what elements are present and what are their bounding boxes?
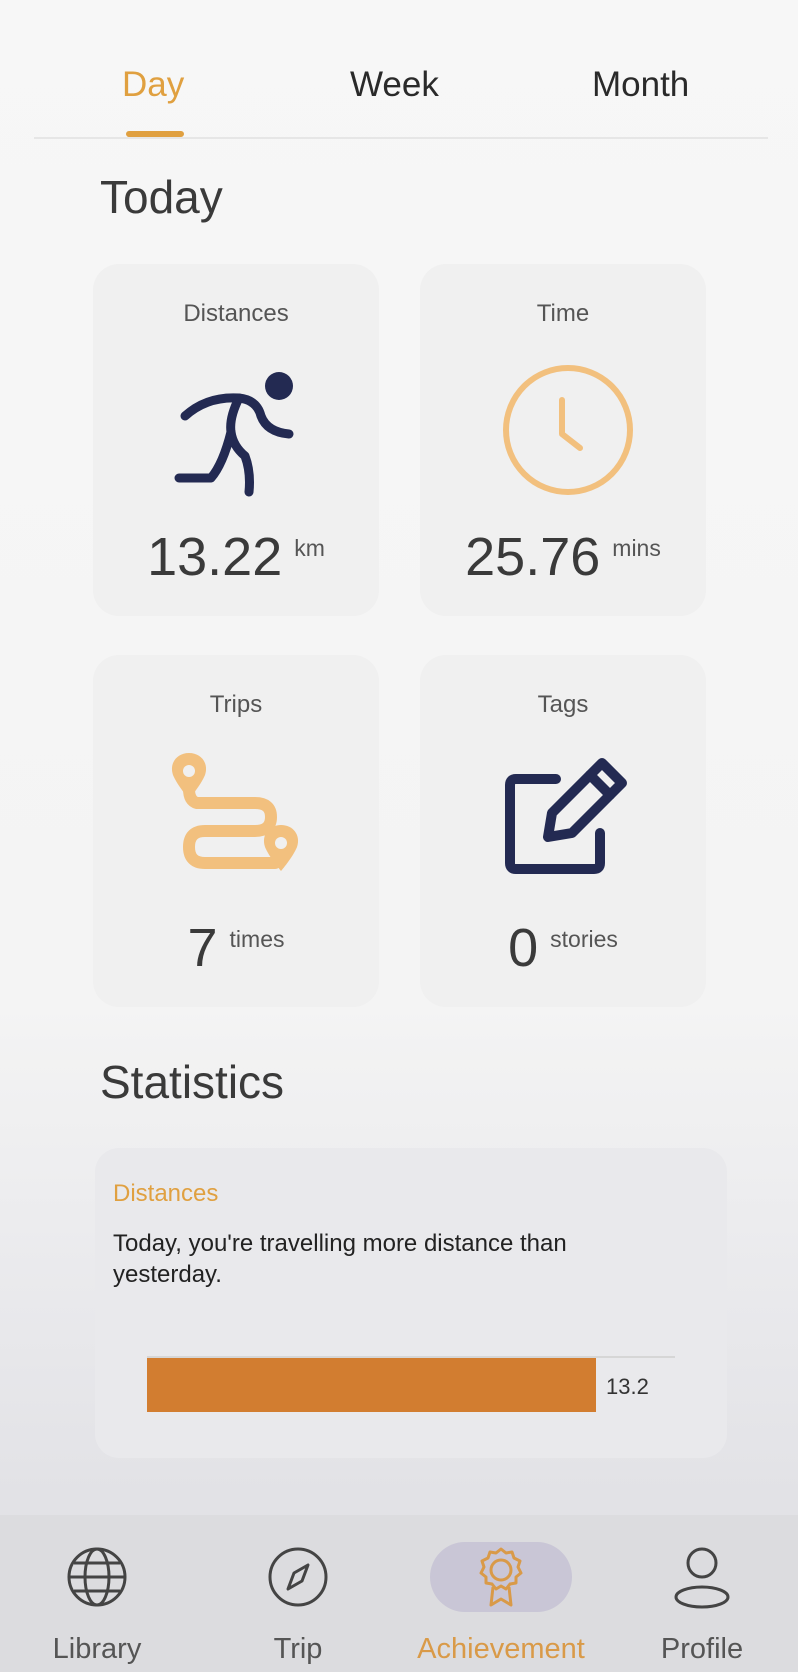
today-title: Today xyxy=(100,171,223,223)
edit-icon xyxy=(505,758,627,874)
tab-week[interactable]: Week xyxy=(350,65,439,105)
tab-month[interactable]: Month xyxy=(592,65,689,105)
time-unit: mins xyxy=(612,534,661,561)
globe-icon xyxy=(67,1547,127,1607)
distance-value: 13.22 xyxy=(147,527,283,587)
nav-profile[interactable]: Profile xyxy=(607,1515,797,1672)
distance-bar xyxy=(147,1358,596,1412)
nav-trip-label: Trip xyxy=(273,1633,323,1665)
statistics-card: Distances Today, you're travelling more … xyxy=(95,1148,727,1458)
bottom-nav: Library Trip Achievement Profile xyxy=(0,1515,798,1672)
distance-label: Distances xyxy=(183,300,289,327)
active-tab-indicator xyxy=(126,131,184,137)
period-tabs: Day Week Month xyxy=(34,55,768,139)
trips-value-row: 7 times xyxy=(93,917,379,979)
trips-unit: times xyxy=(229,925,285,952)
distance-card[interactable]: Distances 13.22 km xyxy=(93,264,379,616)
tags-label: Tags xyxy=(537,691,589,718)
tab-day[interactable]: Day xyxy=(122,65,184,105)
nav-library[interactable]: Library xyxy=(2,1515,192,1672)
distance-unit: km xyxy=(294,534,325,561)
statistics-label: Distances xyxy=(113,1180,219,1207)
compass-icon xyxy=(268,1547,328,1607)
trips-card[interactable]: Trips 7 times xyxy=(93,655,379,1007)
time-card[interactable]: Time 25.76 mins xyxy=(420,264,706,616)
nav-achievement-label: Achievement xyxy=(417,1633,585,1665)
running-person-icon xyxy=(174,372,294,497)
tags-unit: stories xyxy=(550,925,618,952)
nav-trip[interactable]: Trip xyxy=(203,1515,393,1672)
statistics-title: Statistics xyxy=(100,1056,285,1108)
tags-value: 0 xyxy=(508,918,539,978)
trips-label: Trips xyxy=(209,691,263,718)
time-value-row: 25.76 mins xyxy=(420,526,706,588)
trips-value: 7 xyxy=(187,918,218,978)
award-icon xyxy=(479,1547,523,1607)
distance-bar-value: 13.2 xyxy=(606,1374,649,1399)
tags-value-row: 0 stories xyxy=(420,917,706,979)
tags-card[interactable]: Tags 0 stories xyxy=(420,655,706,1007)
person-icon xyxy=(674,1547,730,1609)
time-value: 25.76 xyxy=(465,527,601,587)
statistics-description: Today, you're travelling more distance t… xyxy=(113,1230,567,1288)
time-label: Time xyxy=(536,300,590,327)
route-icon xyxy=(171,753,299,871)
nav-library-label: Library xyxy=(52,1633,142,1665)
clock-icon xyxy=(503,365,633,495)
distance-value-row: 13.22 km xyxy=(93,526,379,588)
nav-profile-label: Profile xyxy=(660,1633,744,1665)
nav-achievement[interactable]: Achievement xyxy=(406,1515,596,1672)
